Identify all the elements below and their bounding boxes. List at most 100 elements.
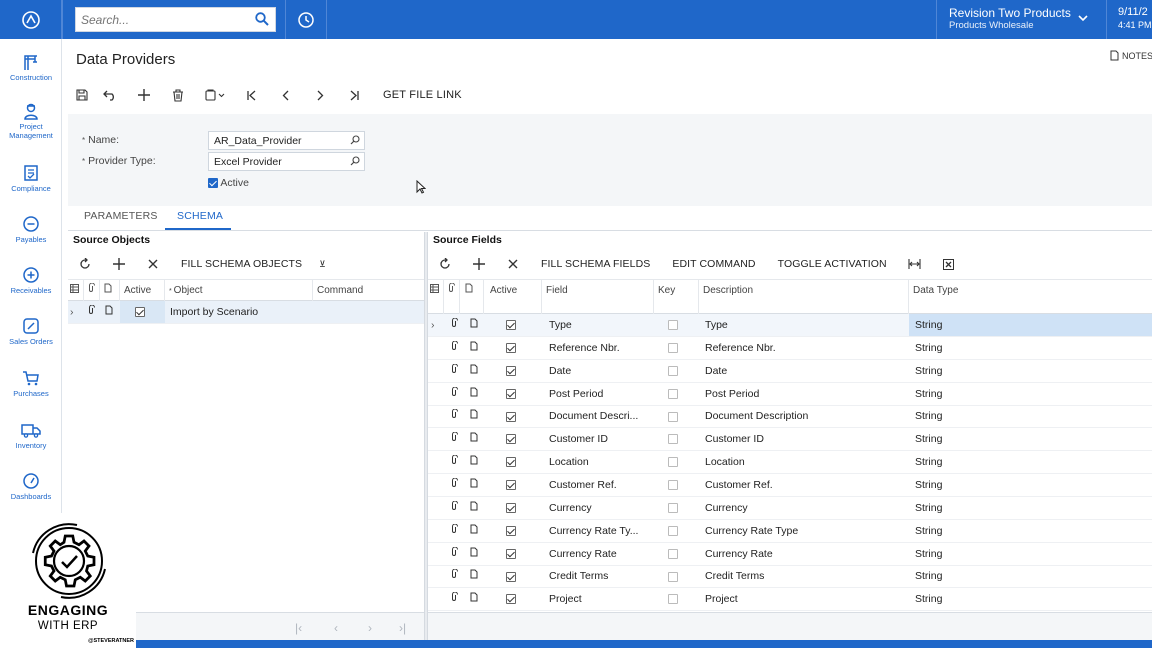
row-expander-icon[interactable] [428,337,444,359]
active-checkbox-row[interactable]: Active [208,177,249,189]
active-checkbox[interactable] [484,337,542,359]
row-expander-icon[interactable] [428,520,444,542]
key-checkbox[interactable] [654,360,699,382]
field-cell[interactable]: Post Period [542,383,654,405]
fill-schema-objects-button[interactable]: FILL SCHEMA OBJECTS [181,258,302,270]
description-cell[interactable]: Type [699,314,909,336]
sidebar-item-sales-orders[interactable]: Sales Orders [0,317,62,346]
table-row[interactable]: Currency Rate Ty... Currency Rate Type Str… [428,520,1152,543]
data-type-cell[interactable]: String [909,588,1152,610]
data-type-cell[interactable]: String [909,383,1152,405]
data-type-cell[interactable]: String [909,543,1152,565]
field-cell[interactable]: Currency Rate Ty... [542,520,654,542]
active-checkbox[interactable] [484,588,542,610]
note-icon[interactable] [100,301,120,323]
last-page-button[interactable]: ›| [399,621,406,635]
column-field[interactable]: Field [542,280,654,314]
previous-record-button[interactable] [269,85,303,105]
key-checkbox[interactable] [654,497,699,519]
data-type-cell[interactable]: String [909,474,1152,496]
data-type-cell[interactable]: String [909,337,1152,359]
sidebar-item-purchases[interactable]: Purchases [0,369,62,398]
active-checkbox[interactable] [484,405,542,427]
table-row[interactable]: Location Location String [428,451,1152,475]
note-icon[interactable] [460,383,484,405]
first-page-button[interactable]: |‹ [295,621,302,635]
description-cell[interactable]: Currency Rate [699,543,909,565]
export-excel-button[interactable] [932,254,966,274]
row-expander-icon[interactable] [428,428,444,450]
description-cell[interactable]: Post Period [699,383,909,405]
date-time[interactable]: 9/11/2 4:41 PM [1106,0,1152,39]
sidebar-item-inventory[interactable]: Inventory [0,421,62,450]
filter-toggle-button[interactable]: ⊻ [319,259,326,270]
key-checkbox[interactable] [654,520,699,542]
table-row[interactable]: Customer Ref. Customer Ref. String [428,474,1152,497]
data-type-cell[interactable]: String [909,314,1152,336]
add-row-button[interactable] [102,254,136,274]
column-object[interactable]: * Object [165,280,313,301]
grid-settings-icon[interactable] [68,280,84,301]
row-expander-icon[interactable] [428,588,444,610]
key-checkbox[interactable] [654,474,699,496]
data-type-cell[interactable]: String [909,520,1152,542]
key-checkbox[interactable] [654,451,699,473]
note-icon[interactable] [460,360,484,382]
key-checkbox[interactable] [654,543,699,565]
attachment-icon[interactable] [444,588,460,610]
search-icon[interactable] [350,135,360,148]
tab-schema[interactable]: SCHEMA [177,210,223,222]
note-icon[interactable] [460,428,484,450]
history-button[interactable] [286,0,326,39]
note-icon[interactable] [460,543,484,565]
description-cell[interactable]: Reference Nbr. [699,337,909,359]
attachment-icon[interactable] [444,428,460,450]
sidebar-item-construction[interactable]: Construction [0,53,62,82]
field-cell[interactable]: Date [542,360,654,382]
sidebar-item-payables[interactable]: Payables [0,215,62,244]
note-icon[interactable] [460,497,484,519]
previous-page-button[interactable]: ‹ [334,621,338,635]
sidebar-item-receivables[interactable]: Receivables [0,266,62,295]
note-icon[interactable] [460,451,484,473]
column-active[interactable]: Active [484,280,542,314]
key-checkbox[interactable] [654,588,699,610]
app-logo-icon[interactable] [0,0,62,39]
note-icon[interactable] [460,474,484,496]
name-field[interactable]: AR_Data_Provider [208,131,365,150]
refresh-button[interactable] [428,254,462,274]
search-input[interactable] [76,8,246,31]
edit-command-button[interactable]: EDIT COMMAND [672,258,755,270]
data-type-cell[interactable]: String [909,405,1152,427]
table-row[interactable]: Date Date String [428,360,1152,383]
field-cell[interactable]: Reference Nbr. [542,337,654,359]
active-checkbox[interactable] [208,178,218,189]
description-cell[interactable]: Credit Terms [699,565,909,587]
description-cell[interactable]: Location [699,451,909,473]
column-key[interactable]: Key [654,280,699,314]
active-checkbox[interactable] [484,543,542,565]
row-expander-icon[interactable] [428,543,444,565]
key-checkbox[interactable] [654,337,699,359]
row-expander-icon[interactable] [428,383,444,405]
save-button[interactable] [76,85,93,105]
first-record-button[interactable] [235,85,269,105]
attachment-icon[interactable] [444,383,460,405]
data-type-cell[interactable]: String [909,451,1152,473]
active-checkbox[interactable] [484,474,542,496]
row-expander-icon[interactable] [428,405,444,427]
data-type-cell[interactable]: String [909,360,1152,382]
sidebar-item-project-management[interactable]: Project Management [0,102,62,140]
description-cell[interactable]: Customer Ref. [699,474,909,496]
row-expander-icon[interactable] [428,497,444,519]
active-checkbox[interactable] [484,451,542,473]
field-cell[interactable]: Document Descri... [542,405,654,427]
row-expander-icon[interactable] [428,360,444,382]
description-cell[interactable]: Currency [699,497,909,519]
field-cell[interactable]: Project [542,588,654,610]
attachment-icon[interactable] [444,314,460,336]
table-row[interactable]: Project Project String [428,588,1152,612]
row-expander-icon[interactable]: › [428,314,444,336]
key-checkbox[interactable] [654,428,699,450]
active-checkbox[interactable] [120,301,165,323]
